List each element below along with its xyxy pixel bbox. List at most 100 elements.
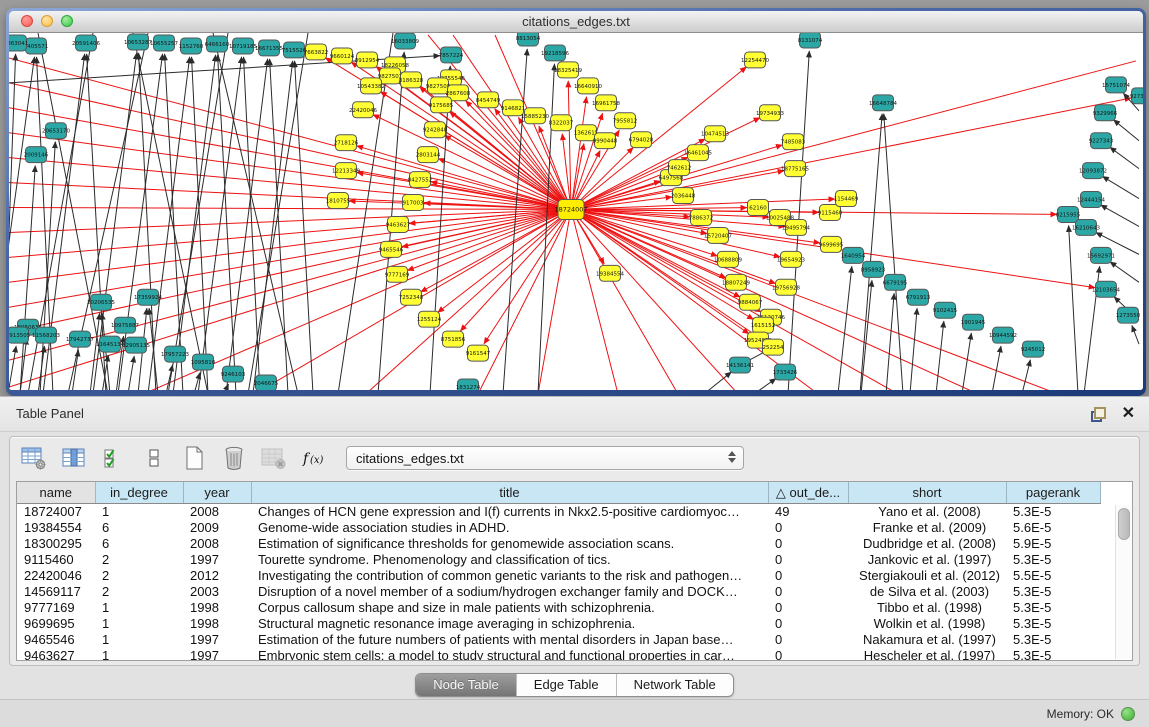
- column-header-year[interactable]: year: [183, 482, 251, 504]
- graph-node[interactable]: 16461045: [684, 145, 712, 161]
- close-panel-icon[interactable]: ✕: [1122, 406, 1135, 422]
- graph-node[interactable]: 17957223: [161, 346, 189, 362]
- graph-node[interactable]: 19654923: [777, 251, 805, 267]
- table-cell[interactable]: 6: [95, 536, 183, 552]
- table-cell[interactable]: Hescheler et al. (1997): [848, 648, 1006, 661]
- graph-node[interactable]: 8912954: [355, 52, 380, 68]
- table-cell[interactable]: Corpus callosum shape and size in male p…: [251, 600, 768, 616]
- graph-node[interactable]: 7462612: [667, 160, 691, 176]
- graph-node[interactable]: 7485083: [781, 134, 806, 150]
- graph-node[interactable]: 9161547: [466, 345, 491, 361]
- table-cell[interactable]: 0: [768, 520, 848, 536]
- graph-node[interactable]: 7663822: [304, 44, 328, 60]
- graph-node[interactable]: 9990448: [593, 133, 618, 149]
- graph-node[interactable]: 8427552: [408, 172, 432, 188]
- graph-node[interactable]: 14136141: [726, 357, 754, 373]
- graph-node[interactable]: 19384554: [596, 265, 624, 281]
- graph-node[interactable]: 11645134: [96, 336, 124, 352]
- table-cell[interactable]: 9463627: [17, 648, 95, 661]
- table-cell[interactable]: Investigating the contribution of common…: [251, 568, 768, 584]
- table-cell[interactable]: 9699695: [17, 616, 95, 632]
- graph-node[interactable]: 10474513: [701, 126, 729, 142]
- graph-node[interactable]: 1255124: [417, 311, 442, 327]
- graph-node[interactable]: 16671355: [255, 40, 283, 56]
- select-columns-icon[interactable]: [100, 444, 128, 472]
- graph-node[interactable]: 1154469: [834, 191, 859, 207]
- table-cell[interactable]: Franke et al. (2009): [848, 520, 1006, 536]
- table-cell[interactable]: 0: [768, 536, 848, 552]
- graph-node[interactable]: 1863041: [9, 35, 28, 51]
- graph-node[interactable]: 9463627: [386, 216, 411, 232]
- function-builder-icon[interactable]: f (x): [300, 444, 328, 472]
- table-cell[interactable]: 5.6E-5: [1006, 520, 1100, 536]
- graph-node[interactable]: 917003: [403, 195, 424, 211]
- graph-node[interactable]: 16210643: [1072, 219, 1100, 235]
- graph-node[interactable]: 17359924: [134, 289, 162, 305]
- network-canvas[interactable]: 1872400776638229660124891295418226058982…: [9, 33, 1143, 390]
- graph-node[interactable]: 2036448: [671, 188, 696, 204]
- graph-node[interactable]: 1733426: [773, 364, 798, 380]
- table-row[interactable]: 946554611997Estimation of the future num…: [17, 632, 1100, 648]
- table-cell[interactable]: 0: [768, 648, 848, 661]
- table-cell[interactable]: 18724007: [17, 504, 95, 521]
- table-cell[interactable]: 9777169: [17, 600, 95, 616]
- graph-node[interactable]: 18775165: [781, 161, 809, 177]
- graph-node[interactable]: 12093872: [1079, 163, 1107, 179]
- column-header-out_de[interactable]: △ out_de...: [768, 482, 848, 504]
- table-cell[interactable]: 14569117: [17, 584, 95, 600]
- graph-node[interactable]: 2718126: [334, 135, 359, 151]
- graph-node[interactable]: 15885230: [521, 108, 549, 124]
- table-cell[interactable]: 2003: [183, 584, 251, 600]
- table-cell[interactable]: de Silva et al. (2003): [848, 584, 1006, 600]
- graph-node[interactable]: 20206535: [87, 294, 115, 310]
- column-header-short[interactable]: short: [848, 482, 1006, 504]
- graph-node[interactable]: 18325419: [554, 62, 582, 78]
- graph-node[interactable]: 9329966: [1093, 105, 1118, 121]
- table-cell[interactable]: 1998: [183, 616, 251, 632]
- graph-node[interactable]: 22420046: [349, 102, 377, 118]
- table-cell[interactable]: Embryonic stem cells: a model to study s…: [251, 648, 768, 661]
- table-cell[interactable]: 5.3E-5: [1006, 584, 1100, 600]
- graph-node[interactable]: 9102415: [933, 302, 958, 318]
- table-cell[interactable]: 1998: [183, 600, 251, 616]
- graph-node[interactable]: 252254: [763, 339, 784, 355]
- table-cell[interactable]: 1997: [183, 552, 251, 568]
- table-settings-icon[interactable]: [20, 444, 48, 472]
- graph-node[interactable]: 10543382: [357, 78, 385, 94]
- graph-node[interactable]: 16640910: [574, 78, 602, 94]
- tab-edge-table[interactable]: Edge Table: [516, 674, 616, 696]
- graph-node[interactable]: 1831274: [456, 379, 481, 390]
- graph-node[interactable]: 19756928: [772, 279, 800, 295]
- graph-node[interactable]: 8751856: [441, 331, 466, 347]
- graph-node[interactable]: 1095810: [191, 354, 216, 370]
- table-row[interactable]: 1872400712008Changes of HCN gene express…: [17, 504, 1100, 521]
- graph-node[interactable]: 7886372: [689, 210, 713, 226]
- graph-node[interactable]: 1273550: [1116, 307, 1141, 323]
- graph-node[interactable]: 7515526: [282, 42, 307, 58]
- graph-node[interactable]: 12254470: [741, 52, 769, 68]
- close-window-icon[interactable]: [21, 15, 33, 27]
- table-cell[interactable]: 0: [768, 600, 848, 616]
- table-row[interactable]: 977716911998Corpus callosum shape and si…: [17, 600, 1100, 616]
- table-cell[interactable]: 6: [95, 520, 183, 536]
- graph-node[interactable]: 10719185: [229, 38, 257, 54]
- table-cell[interactable]: Disruption of a novel member of a sodium…: [251, 584, 768, 600]
- graph-node[interactable]: 15692971: [1087, 247, 1115, 263]
- graph-node[interactable]: 12213349: [332, 163, 360, 179]
- table-cell[interactable]: 5.3E-5: [1006, 600, 1100, 616]
- column-header-pagerank[interactable]: pagerank: [1006, 482, 1100, 504]
- graph-node[interactable]: 9884067: [738, 294, 763, 310]
- table-cell[interactable]: 0: [768, 552, 848, 568]
- graph-node[interactable]: 10653287: [124, 34, 152, 50]
- graph-node[interactable]: 10944592: [989, 327, 1017, 343]
- graph-node[interactable]: 9227343: [1089, 133, 1114, 149]
- table-cell[interactable]: Estimation of significance thresholds fo…: [251, 536, 768, 552]
- table-row[interactable]: 2242004622012Investigating the contribut…: [17, 568, 1100, 584]
- table-cell[interactable]: 1: [95, 632, 183, 648]
- graph-node[interactable]: 12444154: [1077, 192, 1105, 208]
- table-cell[interactable]: Wolkin et al. (1998): [848, 616, 1006, 632]
- graph-node[interactable]: 18724007: [554, 200, 587, 220]
- table-cell[interactable]: 22420046: [17, 568, 95, 584]
- graph-node[interactable]: 12103654: [1092, 281, 1120, 297]
- tab-node-table[interactable]: Node Table: [416, 674, 516, 696]
